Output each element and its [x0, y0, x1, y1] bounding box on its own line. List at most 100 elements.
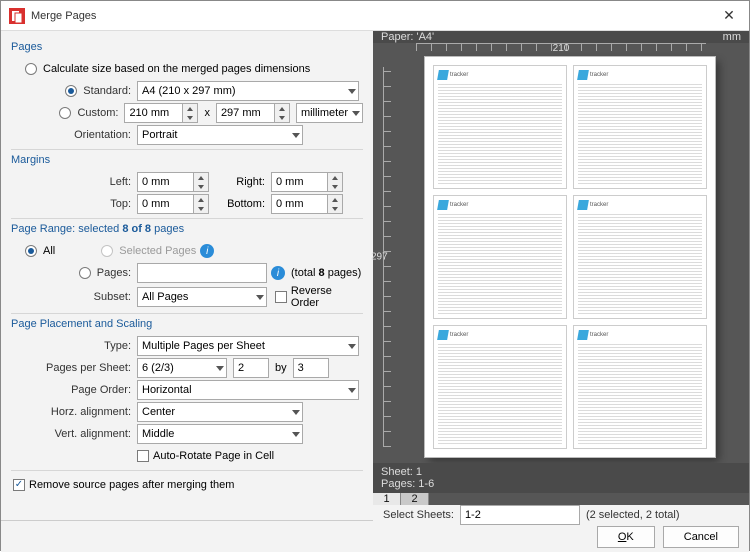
standard-size-value: A4 (210 x 297 mm)	[142, 85, 236, 97]
valign-combo[interactable]: Middle	[137, 424, 303, 444]
preview-unit: mm	[723, 31, 741, 43]
margins-section-title: Margins	[11, 154, 363, 166]
by-label: x	[204, 107, 210, 119]
orientation-label: Orientation:	[11, 129, 137, 141]
range-section-title: Page Range: selected 8 of 8 pages	[11, 223, 363, 235]
pageorder-value: Horizontal	[142, 384, 192, 396]
halign-combo[interactable]: Center	[137, 402, 303, 422]
chevron-down-icon	[292, 410, 300, 415]
chevron-down-icon	[352, 111, 360, 116]
preview-page: tracker	[433, 195, 567, 319]
calculate-size-label: Calculate size based on the merged pages…	[43, 63, 310, 75]
settings-panel: Pages Calculate size based on the merged…	[1, 31, 373, 520]
pps-label: Pages per Sheet:	[11, 362, 137, 374]
ruler-h-value: 210	[553, 43, 570, 54]
radio-range-selected	[101, 245, 113, 257]
remove-source-checkbox[interactable]	[13, 479, 25, 491]
sheet-tab-2[interactable]: 2	[401, 493, 429, 505]
ruler-vertical: 297	[373, 51, 391, 463]
margin-bottom-spinner[interactable]	[271, 194, 343, 214]
halign-value: Center	[142, 406, 175, 418]
sheet-tab-1[interactable]: 1	[373, 493, 401, 505]
radio-range-pages[interactable]	[79, 267, 91, 279]
margin-top-spinner[interactable]	[137, 194, 209, 214]
radio-custom[interactable]	[59, 107, 71, 119]
placement-section-title: Page Placement and Scaling	[11, 318, 363, 330]
margin-right-spinner[interactable]	[271, 172, 343, 192]
subset-value: All Pages	[142, 291, 188, 303]
range-all-label: All	[43, 245, 55, 257]
range-pages-input[interactable]	[137, 263, 267, 283]
preview-pages-line: Pages: 1-6	[381, 478, 741, 490]
info-icon[interactable]: i	[200, 244, 214, 258]
autorotate-label: Auto-Rotate Page in Cell	[153, 450, 274, 462]
titlebar: Merge Pages ✕	[1, 1, 749, 31]
range-selected-label: Selected Pages	[119, 245, 196, 257]
preview-panel: Paper: 'A4' mm 210 297 tracker tracker t…	[373, 31, 749, 520]
range-pages-label: Pages:	[97, 267, 131, 279]
pps-cols-input[interactable]	[233, 358, 269, 378]
type-value: Multiple Pages per Sheet	[142, 340, 265, 352]
ruler-horizontal: 210	[373, 43, 749, 51]
margin-left-spinner[interactable]	[137, 172, 209, 192]
unit-value: millimeter	[301, 107, 348, 119]
select-sheets-summary: (2 selected, 2 total)	[586, 509, 680, 521]
cancel-button[interactable]: Cancel	[663, 526, 739, 548]
info-icon[interactable]: i	[271, 266, 285, 280]
radio-range-all[interactable]	[25, 245, 37, 257]
preview-sheet-line: Sheet: 1	[381, 466, 741, 478]
subset-combo[interactable]: All Pages	[137, 287, 267, 307]
chevron-down-icon	[216, 366, 224, 371]
standard-size-combo[interactable]: A4 (210 x 297 mm)	[137, 81, 359, 101]
window-title: Merge Pages	[31, 10, 709, 22]
close-button[interactable]: ✕	[709, 1, 749, 31]
pageorder-label: Page Order:	[11, 384, 137, 396]
preview-page: tracker	[433, 65, 567, 189]
chevron-down-icon	[348, 89, 356, 94]
sheet-tabs: 1 2	[373, 493, 749, 505]
standard-label: Standard:	[83, 85, 131, 97]
ruler-v-value: 297	[371, 252, 388, 263]
pps-rows-input[interactable]	[293, 358, 329, 378]
radio-standard[interactable]	[65, 85, 77, 97]
unit-combo[interactable]: millimeter	[296, 103, 363, 123]
preview-page: tracker	[573, 325, 707, 449]
reverse-order-checkbox[interactable]	[275, 291, 287, 303]
margin-right-label: Right:	[209, 176, 271, 188]
radio-calculate-size[interactable]	[25, 63, 37, 75]
halign-label: Horz. alignment:	[11, 406, 137, 418]
pps-by: by	[275, 362, 287, 374]
type-label: Type:	[11, 340, 137, 352]
remove-source-label: Remove source pages after merging them	[29, 479, 234, 491]
margin-bottom-label: Bottom:	[209, 198, 271, 210]
custom-width-spinner[interactable]	[124, 103, 198, 123]
subset-label: Subset:	[11, 291, 137, 303]
orientation-value: Portrait	[142, 129, 177, 141]
reverse-order-label: Reverse Order	[291, 285, 363, 309]
margin-left-label: Left:	[11, 176, 137, 188]
select-sheets-label: Select Sheets:	[383, 509, 454, 521]
custom-height-input[interactable]	[216, 103, 274, 123]
type-combo[interactable]: Multiple Pages per Sheet	[137, 336, 359, 356]
autorotate-checkbox[interactable]	[137, 450, 149, 462]
app-icon	[9, 8, 25, 24]
chevron-down-icon	[292, 432, 300, 437]
preview-footer: Sheet: 1 Pages: 1-6	[373, 463, 749, 493]
select-sheets-row: Select Sheets: (2 selected, 2 total)	[373, 505, 749, 525]
preview-paper: tracker tracker tracker tracker tracker …	[425, 57, 715, 457]
range-total-text: (total 8 pages)	[291, 267, 361, 279]
ok-button[interactable]: OK	[597, 526, 655, 548]
pageorder-combo[interactable]: Horizontal	[137, 380, 359, 400]
orientation-combo[interactable]: Portrait	[137, 125, 303, 145]
preview-page: tracker	[573, 195, 707, 319]
preview-paper-label: Paper: 'A4'	[381, 31, 434, 43]
chevron-down-icon	[292, 133, 300, 138]
preview-header: Paper: 'A4' mm	[373, 31, 749, 43]
pages-section-title: Pages	[11, 41, 363, 53]
custom-height-spinner[interactable]	[216, 103, 290, 123]
custom-label: Custom:	[77, 107, 118, 119]
pps-combo[interactable]: 6 (2/3)	[137, 358, 227, 378]
pps-value: 6 (2/3)	[142, 362, 174, 374]
custom-width-input[interactable]	[124, 103, 182, 123]
select-sheets-input[interactable]	[460, 505, 580, 525]
